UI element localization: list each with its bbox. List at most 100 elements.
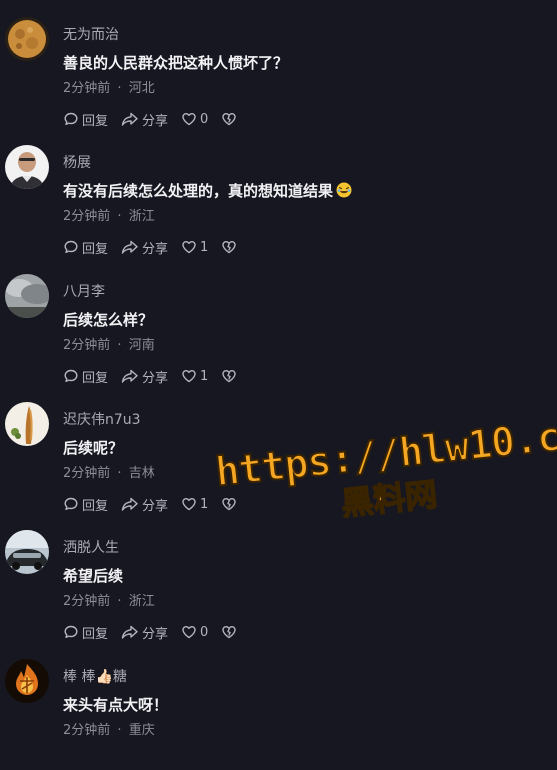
share-button[interactable]: 分享 <box>121 110 181 129</box>
comment-meta: 2分钟前 · 河南 <box>63 334 155 353</box>
username[interactable]: 八月李 <box>63 281 105 301</box>
comment-meta: 2分钟前 · 吉林 <box>63 462 155 481</box>
heart-icon <box>182 370 196 383</box>
reply-button[interactable]: 回复 <box>63 623 121 642</box>
comment-meta: 2分钟前 · 浙江 <box>63 590 155 609</box>
heart-icon <box>182 113 196 126</box>
meta-separator: · <box>117 594 122 609</box>
comment-item: 迟庆伟n7u3 后续呢？ 2分钟前 · 吉林 回复 分享 1 <box>0 385 557 514</box>
reply-label: 回复 <box>82 370 109 386</box>
like-count: 0 <box>200 111 209 127</box>
share-icon <box>121 369 138 383</box>
share-button[interactable]: 分享 <box>121 623 181 642</box>
meta-separator: · <box>117 81 122 96</box>
reply-icon <box>64 240 78 253</box>
comment-location: 浙江 <box>128 209 155 224</box>
username[interactable]: 迟庆伟n7u3 <box>63 409 141 429</box>
comment-time: 2分钟前 <box>63 338 111 353</box>
like-button[interactable]: 0 <box>181 624 221 640</box>
share-button[interactable]: 分享 <box>121 367 181 386</box>
reply-icon <box>64 369 78 382</box>
avatar[interactable] <box>5 402 49 446</box>
comment-location: 河北 <box>128 81 155 96</box>
broken-heart-icon <box>222 626 236 639</box>
share-icon <box>121 625 138 639</box>
reply-label: 回复 <box>82 113 109 129</box>
username[interactable]: 无为而治 <box>63 24 119 44</box>
heart-icon <box>182 626 196 639</box>
comment-item: 无为而治 善良的人民群众把这种人惯坏了？ 2分钟前 · 河北 回复 分享 0 <box>0 0 557 129</box>
reply-icon <box>64 497 78 510</box>
dislike-button[interactable] <box>221 496 240 512</box>
share-label: 分享 <box>142 241 169 257</box>
username[interactable]: 杨展 <box>63 152 91 172</box>
share-icon <box>121 112 138 126</box>
reply-button[interactable]: 回复 <box>63 110 121 129</box>
share-button[interactable]: 分享 <box>121 238 181 257</box>
avatar[interactable] <box>5 659 49 703</box>
comment-time: 2分钟前 <box>63 209 111 224</box>
like-button[interactable]: 0 <box>181 111 221 127</box>
share-label: 分享 <box>142 370 169 386</box>
reply-label: 回复 <box>82 241 109 257</box>
comment-text: 来头有点大呀！ <box>63 696 169 714</box>
avatar[interactable] <box>5 145 49 189</box>
meta-separator: · <box>117 466 122 481</box>
comment-text: 善良的人民群众把这种人惯坏了？ <box>63 54 289 72</box>
heart-icon <box>182 498 196 511</box>
like-count: 1 <box>200 496 209 512</box>
rolling-laughing-emoji-icon <box>336 182 352 198</box>
dislike-button[interactable] <box>221 111 240 127</box>
share-label: 分享 <box>142 498 169 514</box>
comment-meta: 2分钟前 · 重庆 <box>63 719 155 738</box>
broken-heart-icon <box>222 370 236 383</box>
reply-button[interactable]: 回复 <box>63 238 121 257</box>
reply-label: 回复 <box>82 498 109 514</box>
username[interactable]: 洒脱人生 <box>63 537 119 557</box>
share-label: 分享 <box>142 113 169 129</box>
comment-item: 洒脱人生 希望后续 2分钟前 · 浙江 回复 分享 0 <box>0 513 557 642</box>
avatar[interactable] <box>5 530 49 574</box>
like-count: 0 <box>200 624 209 640</box>
username[interactable]: 棒 棒👍🏻糖 <box>63 666 127 686</box>
broken-heart-icon <box>222 498 236 511</box>
dislike-button[interactable] <box>221 368 240 384</box>
avatar[interactable] <box>5 274 49 318</box>
like-button[interactable]: 1 <box>181 239 221 255</box>
comment-actions: 回复 分享 0 <box>63 622 240 642</box>
comment-text-content: 有没有后续怎么处理的，真的想知道结果 <box>63 182 334 200</box>
share-icon <box>121 240 138 254</box>
comment-time: 2分钟前 <box>63 594 111 609</box>
meta-separator: · <box>117 338 122 353</box>
avatar[interactable] <box>5 17 49 61</box>
comment-text: 有没有后续怎么处理的，真的想知道结果 <box>63 180 352 201</box>
dislike-button[interactable] <box>221 239 240 255</box>
comment-time: 2分钟前 <box>63 723 111 738</box>
like-button[interactable]: 1 <box>181 368 221 384</box>
comment-location: 吉林 <box>128 466 155 481</box>
share-label: 分享 <box>142 626 169 642</box>
comment-item: 杨展 有没有后续怎么处理的，真的想知道结果 2分钟前 · 浙江 回复 分享 1 <box>0 128 557 257</box>
comment-actions: 回复 分享 1 <box>63 494 240 514</box>
comment-item: 八月李 后续怎么样？ 2分钟前 · 河南 回复 分享 1 <box>0 257 557 386</box>
reply-label: 回复 <box>82 626 109 642</box>
comment-time: 2分钟前 <box>63 81 111 96</box>
meta-separator: · <box>117 209 122 224</box>
comment-text: 后续呢？ <box>63 439 124 457</box>
dislike-button[interactable] <box>221 624 240 640</box>
comment-time: 2分钟前 <box>63 466 111 481</box>
like-count: 1 <box>200 368 209 384</box>
comment-meta: 2分钟前 · 浙江 <box>63 205 155 224</box>
broken-heart-icon <box>222 241 236 254</box>
meta-separator: · <box>117 723 122 738</box>
heart-icon <box>182 241 196 254</box>
share-button[interactable]: 分享 <box>121 495 181 514</box>
like-button[interactable]: 1 <box>181 496 221 512</box>
comment-text: 后续怎么样？ <box>63 311 154 329</box>
reply-button[interactable]: 回复 <box>63 367 121 386</box>
reply-button[interactable]: 回复 <box>63 495 121 514</box>
comment-location: 河南 <box>128 338 155 353</box>
comment-text: 希望后续 <box>63 567 124 585</box>
comment-location: 重庆 <box>128 723 155 738</box>
reply-icon <box>64 112 78 125</box>
